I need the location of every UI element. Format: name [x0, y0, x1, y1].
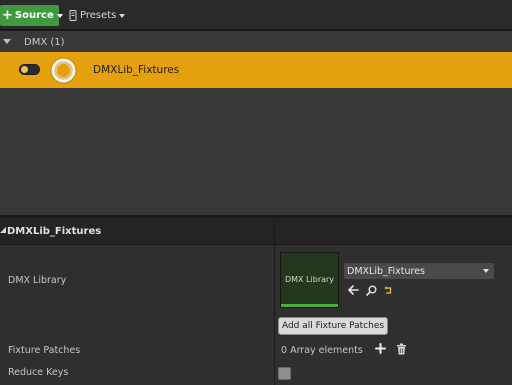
details-header[interactable]: DMXLib_Fixtures: [0, 218, 512, 245]
trash-icon[interactable]: [396, 343, 407, 355]
dmx-library-asset-picker[interactable]: DMXLib_Fixtures: [344, 263, 494, 279]
dmx-library-thumbnail[interactable]: DMX Library: [280, 252, 339, 308]
group-label: DMX (1): [24, 37, 65, 48]
dmx-library-label: DMX Library: [8, 275, 67, 286]
plus-icon: +: [2, 8, 13, 23]
source-button[interactable]: + Source: [0, 5, 63, 26]
presets-icon: [69, 10, 77, 21]
fixture-row-selected[interactable]: DMXLib_Fixtures: [0, 52, 512, 88]
source-button-label: Source: [14, 10, 54, 21]
asset-tools: [348, 284, 392, 296]
collapse-arrow-icon[interactable]: [0, 227, 6, 233]
reduce-keys-label: Reduce Keys: [8, 367, 69, 378]
presets-button[interactable]: Presets: [69, 5, 126, 26]
fixture-name: DMXLib_Fixtures: [93, 64, 180, 76]
toolbar: + Source Presets: [0, 0, 512, 30]
chevron-down-icon: [56, 13, 63, 18]
track-list: DMX (1) DMXLib_Fixtures: [0, 31, 512, 215]
thumbnail-color-bar: [281, 304, 338, 307]
use-selected-arrow-icon[interactable]: [348, 285, 359, 295]
browse-search-icon[interactable]: [366, 285, 377, 296]
chevron-down-icon: [483, 269, 489, 273]
add-element-icon[interactable]: [375, 343, 386, 354]
details-panel: DMXLib_Fixtures DMX Library DMX Library …: [0, 218, 512, 385]
fixture-patches-label: Fixture Patches: [8, 345, 81, 356]
fixture-patches-count: 0 Array elements: [281, 345, 363, 356]
column-divider[interactable]: [274, 218, 275, 385]
details-title: DMXLib_Fixtures: [7, 226, 102, 237]
toggle-knob: [21, 66, 28, 73]
group-header-dmx[interactable]: DMX (1): [0, 34, 512, 52]
reset-to-default-icon[interactable]: [384, 286, 392, 295]
chevron-down-icon: [119, 13, 126, 18]
reduce-keys-checkbox[interactable]: [278, 367, 291, 380]
expand-arrow-icon[interactable]: [3, 39, 11, 44]
presets-button-label: Presets: [80, 10, 117, 21]
asset-picker-value: DMXLib_Fixtures: [347, 265, 426, 277]
enable-toggle[interactable]: [19, 64, 40, 75]
add-all-fixture-patches-button[interactable]: Add all Fixture Patches: [278, 317, 388, 335]
dmx-library-ring-icon: [50, 57, 77, 84]
thumbnail-text: DMX Library: [284, 275, 335, 284]
